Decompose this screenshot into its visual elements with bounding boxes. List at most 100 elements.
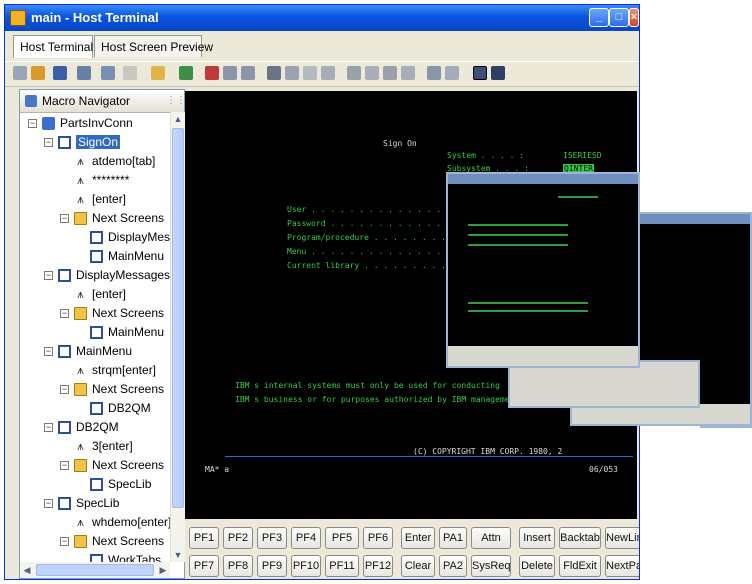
field-prompt-icon[interactable]: [365, 66, 379, 80]
key-pf2-button[interactable]: PF2: [223, 527, 253, 549]
key-pa2-button[interactable]: PA2: [439, 555, 467, 577]
key-pf3-button[interactable]: PF3: [257, 527, 287, 549]
variables-icon[interactable]: [427, 66, 441, 80]
collapse-toggle-icon[interactable]: −: [60, 461, 69, 470]
macro-navigator-title: Macro Navigator: [42, 94, 131, 108]
scroll-up-arrow-icon[interactable]: ▲: [171, 112, 185, 126]
field-menu: Menu . . . . . . . . . . . . . .: [287, 247, 442, 256]
key-clear-button[interactable]: Clear: [401, 555, 435, 577]
maximize-button[interactable]: □: [609, 8, 629, 27]
key-nextpad-button[interactable]: NextPad: [605, 555, 639, 577]
copyright-line: (C) COPYRIGHT IBM CORP. 1980, 2: [413, 447, 563, 456]
key-pf7-button[interactable]: PF7: [189, 555, 219, 577]
tree-node-label: Next Screens: [92, 534, 165, 548]
key-pf5-button[interactable]: PF5: [325, 527, 359, 549]
navigator-icon: [25, 95, 37, 107]
macro-tree: − PartsInvConn − SignOn ⩚ atdemo[tab] ⩚ *******…: [20, 112, 170, 562]
terminal-icon[interactable]: [473, 66, 487, 80]
collapse-toggle-icon[interactable]: −: [44, 271, 53, 280]
screen-icon: [58, 136, 71, 149]
extract-icon[interactable]: [383, 66, 397, 80]
key-sysreq-button[interactable]: SysReq: [471, 555, 511, 577]
collapse-toggle-icon[interactable]: −: [44, 138, 53, 147]
key-insert-button[interactable]: Insert: [519, 527, 555, 549]
field-current-library: Current library . . . . . . . . .: [287, 261, 446, 270]
next-screens-icon: [74, 307, 87, 320]
key-pf12-button[interactable]: PF12: [363, 555, 393, 577]
screen-icon: [58, 345, 71, 358]
key-enter-button[interactable]: Enter: [401, 527, 435, 549]
key-pf10-button[interactable]: PF10: [291, 555, 321, 577]
screen-capture-icon[interactable]: [77, 66, 91, 80]
collapse-toggle-icon[interactable]: −: [60, 214, 69, 223]
key-delete-button[interactable]: Delete: [519, 555, 555, 577]
key-attn-button[interactable]: Attn: [471, 527, 511, 549]
tree-node-label: ********: [92, 173, 130, 187]
pointer-icon[interactable]: [491, 66, 505, 80]
key-pf11-button[interactable]: PF11: [325, 555, 359, 577]
key-pf8-button[interactable]: PF8: [223, 555, 253, 577]
tab-host-terminal[interactable]: Host Terminal: [13, 35, 93, 58]
macro-navigator-header: Macro Navigator ⋮⋮: [20, 90, 186, 113]
scroll-down-arrow-icon[interactable]: ▼: [171, 548, 185, 562]
collapse-toggle-icon[interactable]: −: [28, 119, 37, 128]
scroll-right-arrow-icon[interactable]: ▶: [156, 563, 170, 577]
notice-line-2: IBM s business or for purposes authorize…: [235, 395, 520, 404]
collapse-toggle-icon[interactable]: −: [60, 385, 69, 394]
key-pf6-button[interactable]: PF6: [363, 527, 393, 549]
connect-icon[interactable]: [53, 66, 67, 80]
tree-node-label: atdemo[tab]: [92, 154, 156, 168]
vertical-scroll-thumb[interactable]: [172, 128, 184, 508]
collapse-toggle-icon[interactable]: −: [44, 423, 53, 432]
insert-icon[interactable]: [401, 66, 415, 80]
field-icon[interactable]: [347, 66, 361, 80]
step-over-icon[interactable]: [241, 66, 255, 80]
status-cursor-position: 06/053: [589, 465, 618, 474]
system-value: ISERIESD: [563, 151, 602, 160]
run-macro-icon[interactable]: [31, 66, 45, 80]
next-screens-icon: [74, 459, 87, 472]
document-icon[interactable]: [123, 66, 137, 80]
tree-node-label: SpecLib: [108, 477, 152, 491]
action-icon: ⩚: [77, 287, 84, 301]
forward-icon[interactable]: [321, 66, 335, 80]
import-icon[interactable]: [445, 66, 459, 80]
preview-text-line: [468, 224, 568, 226]
tab-host-screen-preview[interactable]: Host Screen Preview: [94, 35, 213, 57]
cut-icon[interactable]: [267, 66, 281, 80]
key-backtab-button[interactable]: Backtab: [559, 527, 601, 549]
key-pf1-button[interactable]: PF1: [189, 527, 219, 549]
macro-navigator-panel: Macro Navigator ⋮⋮ − PartsInvConn − SignOn ⩚…: [19, 89, 186, 579]
action-icon: ⩚: [77, 363, 84, 377]
panel-grip-icon: ⋮⋮: [166, 95, 186, 106]
screen-icon: [90, 231, 103, 244]
key-fldexit-button[interactable]: FldExit: [559, 555, 601, 577]
paste-icon[interactable]: [303, 66, 317, 80]
title-bar[interactable]: main - Host Terminal _ □ ×: [5, 5, 639, 31]
key-pa1-button[interactable]: PA1: [439, 527, 467, 549]
collapse-toggle-icon[interactable]: −: [60, 537, 69, 546]
preview-text-line: [468, 234, 568, 236]
horizontal-scrollbar[interactable]: ◀ ▶: [20, 562, 170, 578]
collapse-toggle-icon[interactable]: −: [60, 309, 69, 318]
scroll-left-arrow-icon[interactable]: ◀: [20, 563, 34, 577]
step-icon[interactable]: [223, 66, 237, 80]
close-button[interactable]: ×: [629, 8, 639, 27]
collapse-toggle-icon[interactable]: −: [44, 347, 53, 356]
folder-icon[interactable]: [151, 66, 165, 80]
screen-icon: [58, 497, 71, 510]
tree-node-label: DisplayMessa: [108, 230, 170, 244]
copy-icon[interactable]: [285, 66, 299, 80]
minimize-button[interactable]: _: [589, 8, 609, 27]
screen-icon: [90, 326, 103, 339]
key-pf9-button[interactable]: PF9: [257, 555, 287, 577]
key-newline-button[interactable]: NewLine: [605, 527, 639, 549]
vertical-scrollbar[interactable]: ▲ ▼: [170, 112, 185, 562]
key-pf4-button[interactable]: PF4: [291, 527, 321, 549]
collapse-toggle-icon[interactable]: −: [44, 499, 53, 508]
record-icon[interactable]: [205, 66, 219, 80]
screen-recognition-icon[interactable]: [101, 66, 115, 80]
play-icon[interactable]: [179, 66, 193, 80]
horizontal-scroll-thumb[interactable]: [36, 564, 154, 576]
next-screens-icon: [74, 212, 87, 225]
